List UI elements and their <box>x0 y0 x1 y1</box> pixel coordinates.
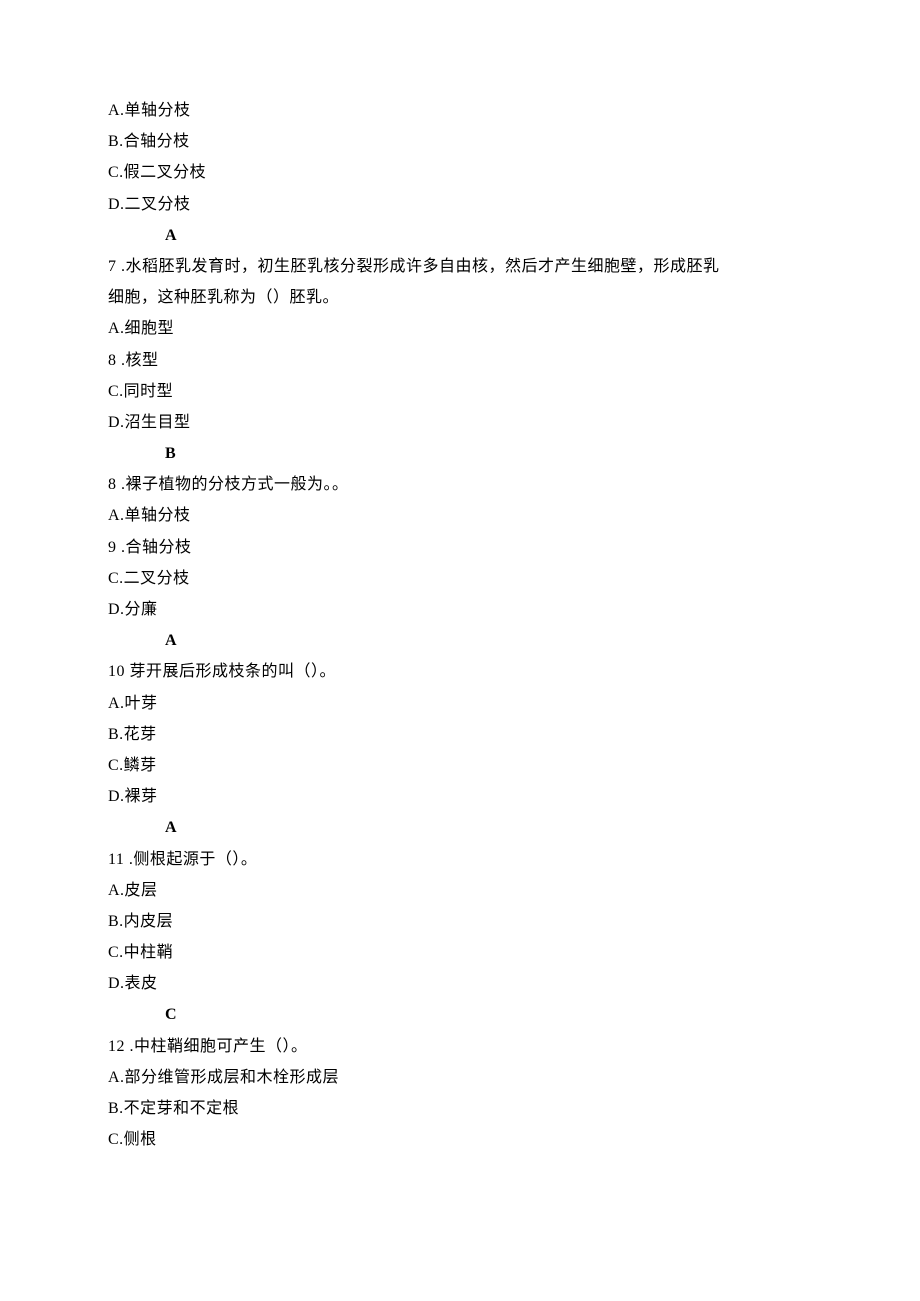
q11-answer: C <box>108 999 812 1030</box>
q7-answer: B <box>108 438 812 469</box>
q6-option-a: A.单轴分枝 <box>108 95 812 126</box>
q10-option-a: A.叶芽 <box>108 688 812 719</box>
q8-option-d: D.分廉 <box>108 594 812 625</box>
q7-option-a: A.细胞型 <box>108 313 812 344</box>
q12-stem: 12 .中柱鞘细胞可产生（）。 <box>108 1031 812 1062</box>
q7-option-d: D.沼生目型 <box>108 407 812 438</box>
q6-answer: A <box>108 220 812 251</box>
q10-option-d: D.裸芽 <box>108 781 812 812</box>
q10-option-b: B.花芽 <box>108 719 812 750</box>
q8-stem: 8 .裸子植物的分枝方式一般为。。 <box>108 469 812 500</box>
q11-option-a: A.皮层 <box>108 875 812 906</box>
q12-option-a: A.部分维管形成层和木栓形成层 <box>108 1062 812 1093</box>
q12-option-b: B.不定芽和不定根 <box>108 1093 812 1124</box>
q7-option-c: C.同时型 <box>108 376 812 407</box>
q10-stem: 10 芽开展后形成枝条的叫（）。 <box>108 656 812 687</box>
q8-option-c: C.二叉分枝 <box>108 563 812 594</box>
q11-stem: 11 .侧根起源于（）。 <box>108 844 812 875</box>
q6-option-d: D.二叉分枝 <box>108 189 812 220</box>
q10-answer: A <box>108 812 812 843</box>
q6-option-b: B.合轴分枝 <box>108 126 812 157</box>
q7-stem-line1: 7 .水稻胚乳发育时，初生胚乳核分裂形成许多自由核，然后才产生细胞壁，形成胚乳 <box>108 251 812 282</box>
q8-option-a: A.单轴分枝 <box>108 500 812 531</box>
q8-answer: A <box>108 625 812 656</box>
q8-option-b: 9 .合轴分枝 <box>108 532 812 563</box>
q11-option-d: D.表皮 <box>108 968 812 999</box>
q7-option-b: 8 .核型 <box>108 345 812 376</box>
q6-option-c: C.假二叉分枝 <box>108 157 812 188</box>
q11-option-c: C.中柱鞘 <box>108 937 812 968</box>
q11-option-b: B.内皮层 <box>108 906 812 937</box>
q7-stem-line2: 细胞，这种胚乳称为（）胚乳。 <box>108 282 812 313</box>
q12-option-c: C.侧根 <box>108 1124 812 1155</box>
q10-option-c: C.鳞芽 <box>108 750 812 781</box>
